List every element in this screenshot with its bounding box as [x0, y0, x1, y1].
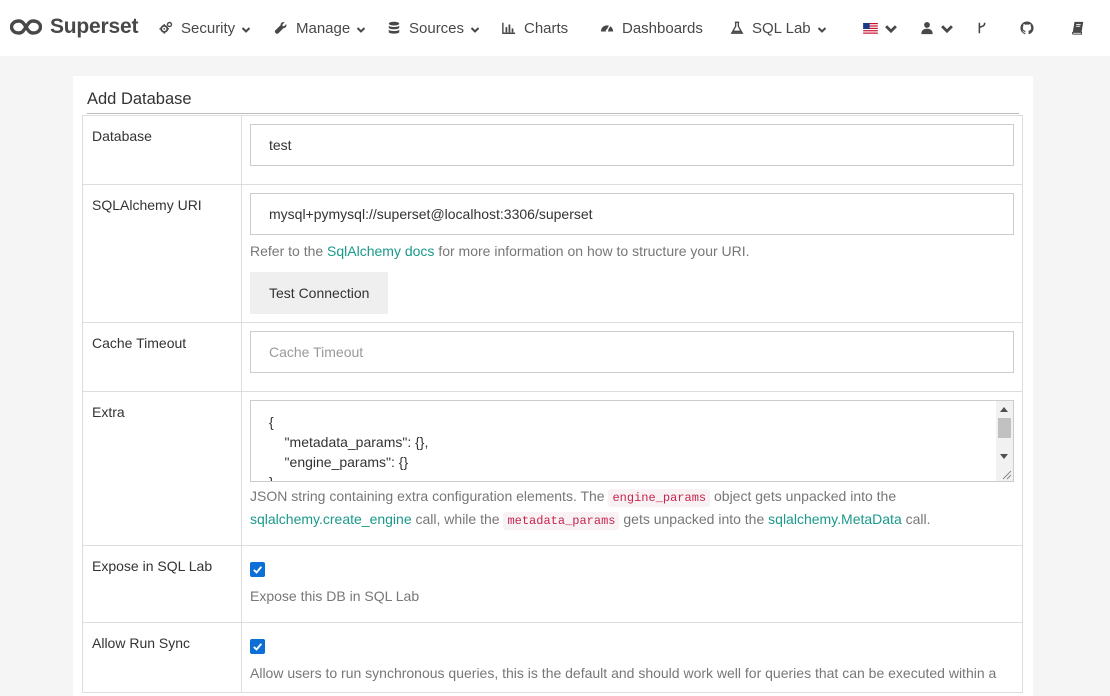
create-engine-link[interactable]: sqlalchemy.create_engine [250, 511, 412, 527]
extra-help: JSON string containing extra configurati… [250, 488, 931, 530]
chevron-down-icon [356, 22, 368, 34]
nav-charts[interactable]: Charts [501, 0, 568, 56]
flask-icon [729, 20, 745, 36]
page-title: Add Database [87, 90, 192, 108]
gears-icon [158, 20, 174, 36]
book-icon [1071, 21, 1084, 35]
sqlalchemy-uri-help: Refer to the SqlAlchemy docs for more in… [250, 243, 750, 259]
sqlalchemy-docs-link[interactable]: SqlAlchemy docs [327, 243, 434, 259]
dashboard-gauge-icon [599, 20, 615, 36]
github-icon [1020, 21, 1034, 35]
chevron-down-icon [817, 22, 829, 34]
checkmark-icon [253, 643, 263, 651]
title-divider [87, 113, 1019, 114]
expose-sqllab-help: Expose this DB in SQL Lab [250, 588, 420, 604]
chevron-down-icon [940, 22, 953, 34]
database-label: Database [82, 115, 242, 185]
form-row-sqlalchemy-uri: SQLAlchemy URI Refer to the SqlAlchemy d… [82, 184, 1023, 323]
scroll-down-icon[interactable] [1000, 454, 1008, 459]
metadata-link[interactable]: sqlalchemy.MetaData [768, 511, 902, 527]
resize-grip-icon[interactable] [1001, 469, 1012, 480]
nav-manage[interactable]: Manage [273, 0, 368, 56]
extra-label: Extra [82, 391, 242, 546]
database-icon [386, 20, 402, 36]
extra-json-textarea[interactable]: { "metadata_params": {}, "engine_params"… [250, 400, 1014, 482]
allow-run-sync-label: Allow Run Sync [82, 622, 242, 693]
chevron-down-icon [470, 22, 482, 34]
nav-sources-label: Sources [409, 19, 465, 37]
nav-security-label: Security [181, 19, 236, 37]
allow-run-sync-checkbox[interactable] [250, 639, 265, 654]
form-row-database: Database [82, 115, 1023, 185]
form-row-extra: Extra { "metadata_params": {}, "engine_p… [82, 391, 1023, 546]
chevron-down-icon [884, 22, 897, 34]
top-navbar: Superset Security Manage Sources Charts … [0, 0, 1110, 56]
nav-sqllab-label: SQL Lab [752, 19, 811, 37]
database-name-input[interactable] [250, 124, 1014, 166]
sqlalchemy-uri-input[interactable] [250, 193, 1014, 235]
nav-docs[interactable] [1071, 0, 1085, 56]
nav-version[interactable] [975, 0, 989, 56]
nav-sources[interactable]: Sources [386, 0, 482, 56]
code-fork-icon [978, 22, 986, 34]
sqlalchemy-uri-label: SQLAlchemy URI [82, 184, 242, 323]
expose-sqllab-label: Expose in SQL Lab [82, 545, 242, 623]
wrench-icon [273, 20, 289, 36]
scroll-thumb[interactable] [998, 418, 1011, 438]
nav-dashboards[interactable]: Dashboards [599, 0, 703, 56]
infinity-logo-icon [10, 19, 42, 35]
nav-github[interactable] [1020, 0, 1034, 56]
checkmark-icon [253, 566, 263, 574]
database-form: Database SQLAlchemy URI Refer to the Sql… [82, 115, 1023, 693]
test-connection-button[interactable]: Test Connection [250, 272, 389, 314]
nav-dashboards-label: Dashboards [622, 19, 703, 37]
brand-name: Superset [50, 15, 139, 38]
nav-security[interactable]: Security [158, 0, 253, 56]
us-flag-icon [863, 22, 878, 34]
expose-sqllab-checkbox[interactable] [250, 562, 265, 577]
cache-timeout-input[interactable] [250, 331, 1014, 373]
form-row-cache-timeout: Cache Timeout [82, 322, 1023, 392]
nav-sqllab[interactable]: SQL Lab [729, 0, 829, 56]
brand[interactable]: Superset [10, 13, 138, 41]
form-row-allow-run-sync: Allow Run Sync Allow users to run synchr… [82, 622, 1023, 693]
nav-manage-label: Manage [296, 19, 351, 37]
scroll-up-icon[interactable] [1000, 407, 1008, 412]
form-row-expose-sqllab: Expose in SQL Lab Expose this DB in SQL … [82, 545, 1023, 623]
cache-timeout-label: Cache Timeout [82, 322, 242, 392]
user-icon [921, 22, 933, 35]
nav-charts-label: Charts [524, 19, 569, 37]
bar-chart-icon [501, 20, 517, 36]
chevron-down-icon [241, 22, 253, 34]
nav-user[interactable] [920, 0, 953, 56]
nav-language[interactable] [863, 0, 897, 56]
allow-run-sync-help: Allow users to run synchronous queries, … [250, 665, 997, 681]
